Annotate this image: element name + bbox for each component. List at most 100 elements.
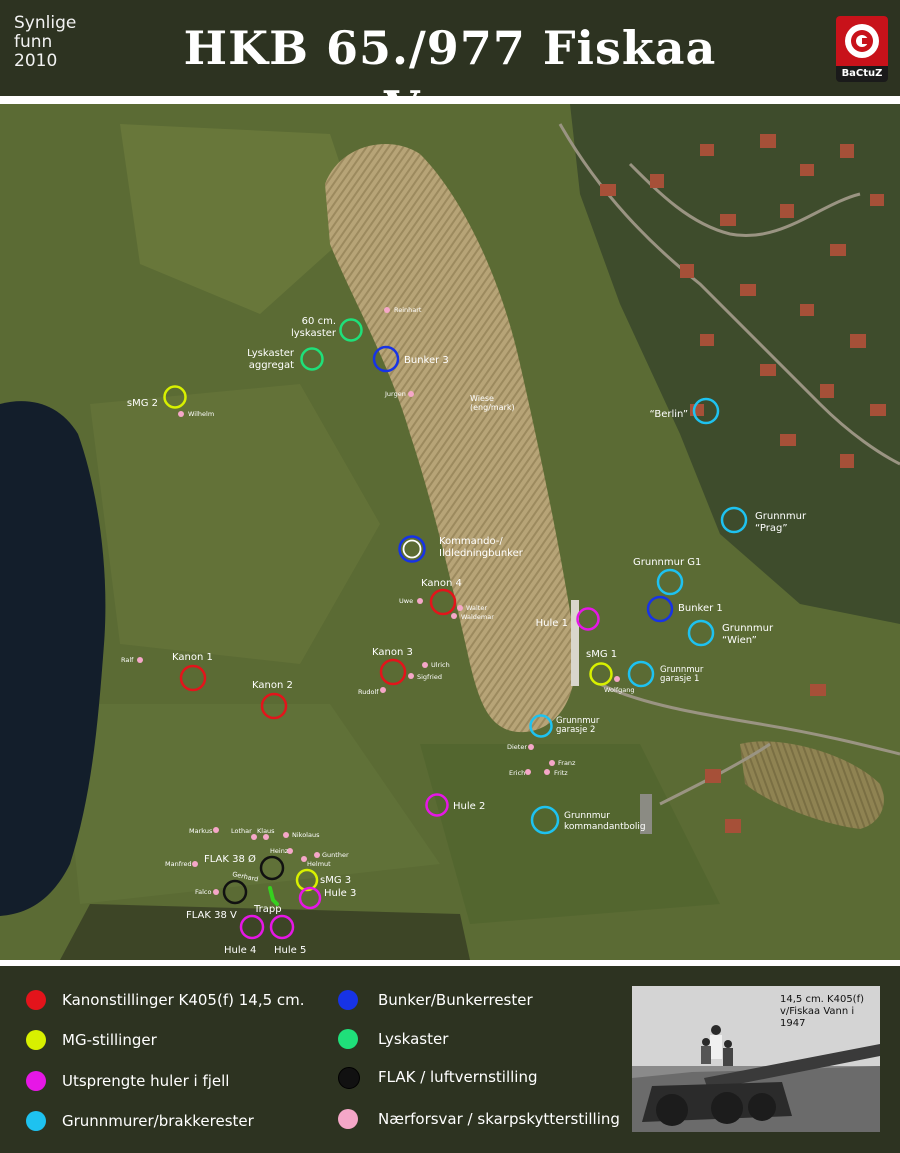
photo-caption: 14,5 cm. K405(f) v/Fiskaa Vann i 1947	[780, 994, 876, 1030]
label-kommandobunker: Kommando-/	[439, 536, 503, 547]
label-prag: Grunnmur	[755, 511, 807, 522]
post-dot	[422, 662, 428, 668]
logo-text: BaCtuZ	[841, 68, 883, 79]
subtitle-line: Synlige	[14, 13, 77, 33]
post-label: Rudolf	[358, 688, 379, 696]
label-kommandobunker: Ildledningbunker	[439, 548, 524, 559]
label-wien: Grunnmur	[722, 623, 774, 634]
header: Synlige funn 2010 HKB 65./977 Fiskaa Van…	[0, 0, 900, 135]
post-dot	[384, 307, 390, 313]
post-dot	[457, 605, 463, 611]
label-kommandantbolig: Grunnmur	[564, 811, 610, 821]
label-bunker-1: Bunker 1	[678, 603, 723, 614]
label-kanon-3: Kanon 3	[372, 647, 413, 658]
post-label: Manfred	[165, 860, 192, 868]
field-label: Wiese	[470, 394, 494, 403]
legend-swatch	[338, 1029, 358, 1049]
legend-label: Grunnmurer/brakkerester	[62, 1112, 254, 1130]
label-berlin: “Berlin”	[649, 409, 688, 420]
legend-label: Bunker/Bunkerrester	[378, 991, 533, 1009]
label-hule-2: Hule 2	[453, 801, 485, 812]
label-kanon-4: Kanon 4	[421, 578, 462, 589]
label-hule-1: Hule 1	[536, 618, 568, 629]
subtitle-line: funn	[14, 32, 53, 52]
label-smg-3: sMG 3	[320, 875, 351, 886]
post-label: Ralf	[121, 656, 134, 664]
post-dot	[614, 676, 620, 682]
post-label: Klaus	[257, 827, 275, 835]
post-dot	[408, 673, 414, 679]
label-lyskaster-60cm: 60 cm.	[302, 316, 336, 327]
label-kanon-1: Kanon 1	[172, 652, 213, 663]
post-label: Nikolaus	[292, 831, 320, 839]
post-dot	[451, 613, 457, 619]
post-dot	[408, 391, 414, 397]
post-dot	[314, 852, 320, 858]
driveway	[571, 600, 579, 686]
label-prag: “Prag”	[755, 523, 788, 534]
legend-swatch	[338, 1109, 358, 1129]
label-kommandantbolig: kommandantbolig	[564, 822, 646, 832]
label-bunker-3: Bunker 3	[404, 355, 449, 366]
post-dot	[137, 657, 143, 663]
post-label: Falco	[195, 888, 212, 896]
post-dot	[525, 769, 531, 775]
subtitle: Synlige funn 2010	[14, 14, 104, 71]
label-smg-2: sMG 2	[127, 398, 158, 409]
label-flak-38-v: FLAK 38 V	[186, 910, 237, 921]
legend-swatch	[26, 1071, 46, 1091]
legend-label: FLAK / luftvernstilling	[378, 1068, 538, 1086]
label-smg-1: sMG 1	[586, 649, 617, 660]
legend-swatch	[26, 1030, 46, 1050]
post-dot	[528, 744, 534, 750]
photo-caption-line: v/Fiskaa Vann i 1947	[780, 1006, 855, 1029]
post-label: Helmut	[307, 860, 331, 868]
label-hule-4: Hule 4	[224, 945, 256, 956]
post-label: Erich	[509, 769, 525, 777]
legend-label: Kanonstillinger K405(f) 14,5 cm.	[62, 991, 305, 1009]
photo-caption-line: 14,5 cm. K405(f)	[780, 994, 865, 1005]
aerial-map: Wiese (eng/mark) Reinhart Jurgen Wilhelm…	[0, 104, 900, 960]
post-label: Wolfgang	[604, 686, 634, 694]
legend-label: MG-stillinger	[62, 1031, 157, 1049]
post-dot	[213, 889, 219, 895]
label-garasje-2: garasje 2	[556, 725, 595, 735]
legend-label: Lyskaster	[378, 1030, 449, 1048]
historic-photo: 14,5 cm. K405(f) v/Fiskaa Vann i 1947	[632, 986, 880, 1132]
post-label: Reinhart	[394, 306, 422, 314]
post-label: Heinz	[270, 847, 289, 855]
post-dot	[549, 760, 555, 766]
label-flak-38-o: FLAK 38 Ø	[204, 853, 256, 865]
post-label: Markus	[189, 827, 213, 835]
label-lyskaster-aggregat: Lyskaster	[247, 348, 295, 359]
post-label: Franz	[558, 759, 576, 767]
label-lyskaster-aggregat: aggregat	[249, 360, 294, 371]
post-dot	[213, 827, 219, 833]
logo: BaCtuZ	[836, 16, 888, 82]
post-label: Gunther	[322, 851, 349, 859]
label-trapp: Trapp	[253, 904, 282, 915]
label-lyskaster-60cm: lyskaster	[291, 328, 337, 339]
post-label: Wilhelm	[188, 410, 214, 418]
post-dot	[544, 769, 550, 775]
post-dot	[178, 411, 184, 417]
label-hule-3: Hule 3	[324, 888, 356, 899]
legend-swatch	[338, 990, 358, 1010]
post-dot	[192, 861, 198, 867]
label-grunnmur-g1: Grunnmur G1	[633, 557, 701, 568]
post-label: Walter	[466, 604, 487, 612]
legend-label: Nærforsvar / skarpskytterstilling	[378, 1110, 620, 1128]
post-label: Waldemar	[461, 613, 494, 621]
post-dot	[380, 687, 386, 693]
legend-label: Utsprengte huler i fjell	[62, 1072, 230, 1090]
post-label: Jurgen	[384, 390, 406, 398]
post-label: Ulrich	[431, 661, 450, 669]
label-garasje-1: garasje 1	[660, 674, 699, 684]
post-label: Dieter	[507, 743, 527, 751]
post-label: Fritz	[554, 769, 568, 777]
post-label: Sigfried	[417, 673, 442, 681]
field-label: (eng/mark)	[470, 403, 515, 412]
label-hule-5: Hule 5	[274, 945, 306, 956]
post-dot	[417, 598, 423, 604]
post-label: Uwe	[399, 597, 413, 605]
